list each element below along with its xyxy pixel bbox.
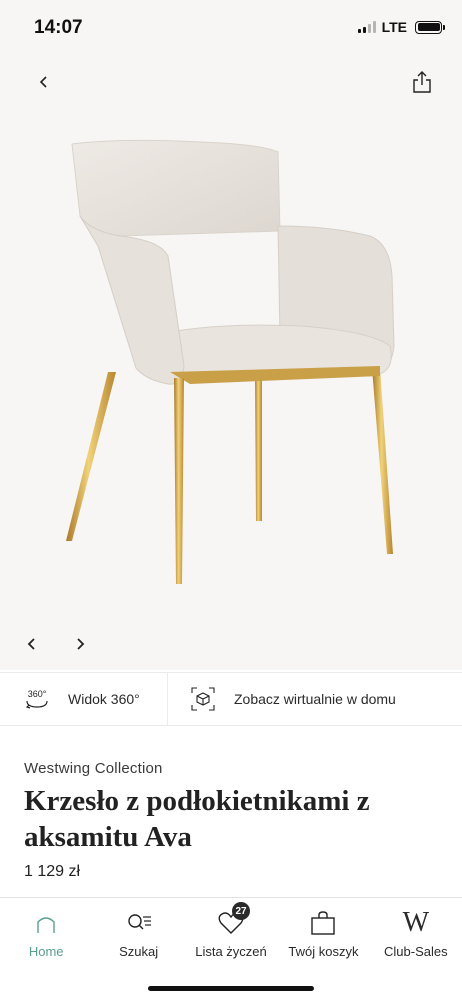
ar-view-button[interactable]: Zobacz wirtualnie w domu	[168, 673, 462, 725]
nav-wishlist-label: Lista życzeń	[195, 944, 267, 959]
search-icon	[126, 910, 152, 936]
product-image[interactable]	[50, 136, 410, 596]
chevron-left-icon	[39, 76, 47, 88]
wishlist-count-badge: 27	[232, 902, 251, 920]
share-icon	[413, 71, 431, 93]
status-indicators: LTE	[357, 19, 445, 35]
view-360-label: Widok 360°	[68, 691, 140, 707]
signal-icon	[357, 21, 376, 33]
status-time: 14:07	[34, 17, 83, 38]
nav-search[interactable]: Szukaj	[92, 898, 184, 967]
network-label: LTE	[381, 19, 407, 35]
battery-icon	[415, 20, 445, 34]
nav-cart[interactable]: Twój koszyk	[277, 898, 369, 967]
product-price: 1 129 zł	[24, 863, 81, 880]
home-icon	[35, 910, 57, 936]
nav-home-label: Home	[28, 944, 64, 959]
svg-text:360°: 360°	[28, 689, 47, 699]
gallery-prev-button[interactable]	[20, 632, 44, 656]
ar-cube-icon	[190, 686, 216, 712]
product-info: Westwing Collection Krzesło z podłokietn…	[24, 740, 444, 881]
bottom-nav: Home Szukaj 27 Lista życzeń Twój koszyk …	[0, 897, 462, 967]
back-button[interactable]	[30, 68, 58, 96]
chevron-right-icon	[77, 638, 85, 650]
heart-icon: 27	[218, 902, 251, 936]
product-gallery	[0, 56, 462, 670]
status-bar: 14:07 LTE	[0, 0, 462, 56]
ar-view-label: Zobacz wirtualnie w domu	[234, 691, 396, 707]
product-features: 360° Widok 360° Zobacz wirtualnie w domu	[0, 672, 462, 726]
nav-club-sales[interactable]: W Club-Sales	[370, 898, 462, 967]
nav-home[interactable]: Home	[0, 898, 92, 967]
shopping-bag-icon	[310, 910, 336, 936]
home-indicator	[148, 986, 314, 991]
chevron-left-icon	[27, 638, 35, 650]
nav-club-sales-label: Club-Sales	[384, 944, 448, 959]
westwing-logo-icon: W	[402, 907, 430, 938]
rotate-360-icon: 360°	[24, 688, 50, 710]
gallery-next-button[interactable]	[68, 632, 92, 656]
view-360-button[interactable]: 360° Widok 360°	[0, 673, 168, 725]
product-brand[interactable]: Westwing Collection	[24, 760, 444, 777]
share-button[interactable]	[408, 66, 436, 98]
nav-cart-label: Twój koszyk	[288, 944, 359, 959]
product-title: Krzesło z podłokietnikami z aksamitu Ava	[24, 785, 370, 853]
nav-search-label: Szukaj	[119, 944, 159, 959]
nav-wishlist[interactable]: 27 Lista życzeń	[185, 898, 277, 967]
